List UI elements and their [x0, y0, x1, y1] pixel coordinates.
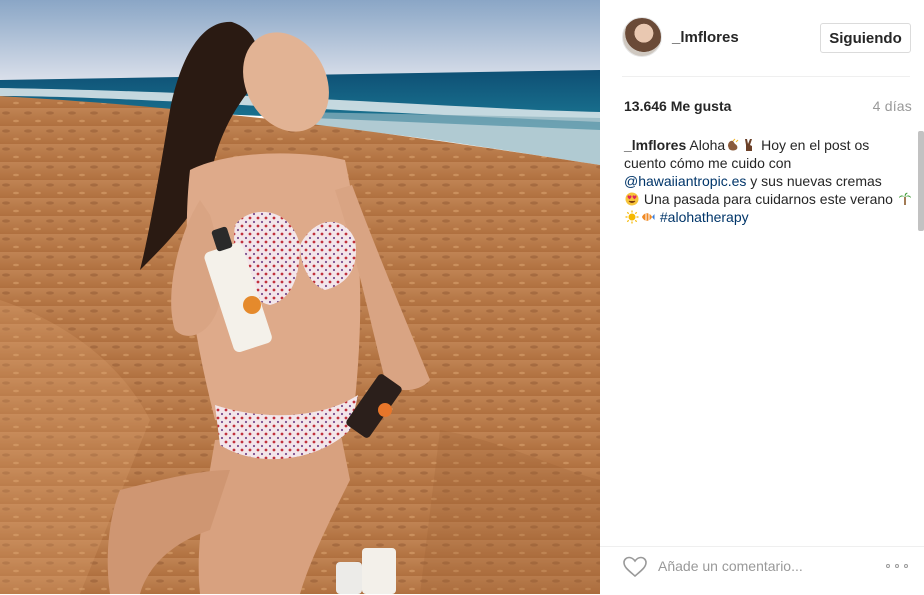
caption-text: y sus nuevas cremas [746, 173, 882, 189]
post-sidebar: _lmflores Siguiendo 13.646 Me gusta 4 dí… [600, 0, 924, 594]
mention-link[interactable]: @hawaiiantropic.es [624, 173, 746, 189]
comment-bar [600, 546, 924, 595]
post-photo[interactable] [0, 0, 600, 594]
caption-text: Una pasada para cuidarnos este verano [640, 191, 897, 207]
following-button[interactable]: Siguiendo [820, 23, 911, 53]
heart-outline-icon[interactable] [622, 555, 648, 579]
avatar[interactable] [622, 17, 662, 57]
sun-emoji [625, 210, 639, 224]
tropical-fish-emoji [642, 213, 655, 221]
caption-text: Aloha [689, 137, 726, 153]
author-username[interactable]: _lmflores [672, 29, 739, 46]
instagram-post: _lmflores Siguiendo 13.646 Me gusta 4 dí… [0, 0, 924, 594]
comment-input[interactable] [656, 555, 860, 577]
post-caption: _lmflores Aloha Hoy en el post os cuento… [624, 136, 914, 226]
palm-tree-emoji [898, 192, 911, 205]
beach-photo [0, 0, 600, 594]
post-time[interactable]: 4 días [873, 98, 912, 114]
caption-username[interactable]: _lmflores [624, 137, 686, 153]
more-options-icon[interactable] [884, 557, 914, 575]
victory-hand-emoji [745, 139, 753, 151]
clapping-hands-emoji [728, 138, 739, 151]
post-header: _lmflores Siguiendo [600, 0, 924, 76]
heart-eyes-emoji [625, 192, 639, 206]
hashtag-link[interactable]: #alohatherapy [660, 209, 749, 225]
scrollbar[interactable] [918, 131, 924, 231]
header-divider [622, 76, 910, 77]
likes-count[interactable]: 13.646 Me gusta [624, 98, 731, 114]
